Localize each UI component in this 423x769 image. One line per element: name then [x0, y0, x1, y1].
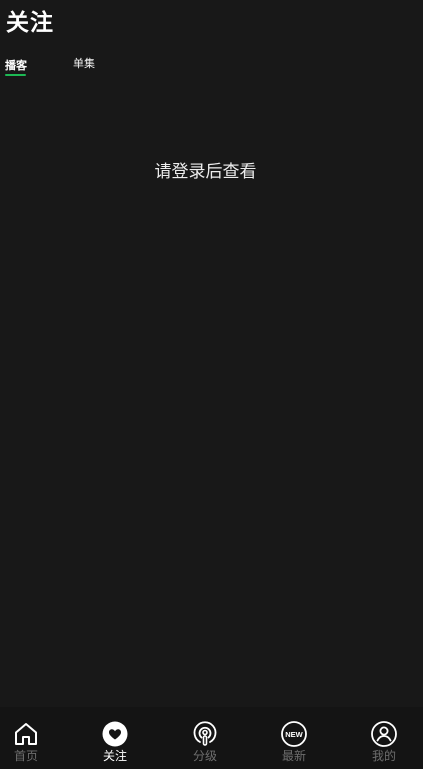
- nav-item-ranking[interactable]: 分级: [175, 707, 235, 769]
- nav-item-latest[interactable]: NEW 最新: [264, 707, 324, 769]
- heart-icon: [102, 721, 128, 747]
- active-tab-indicator: [5, 74, 26, 76]
- bottom-navigation: 首页 关注 分级 NEW 最新 我的: [0, 707, 423, 769]
- nav-item-following[interactable]: 关注: [85, 707, 145, 769]
- podcast-icon: [192, 721, 218, 747]
- user-icon: [371, 721, 397, 747]
- nav-label-home: 首页: [13, 749, 38, 763]
- nav-label-me: 我的: [371, 749, 396, 763]
- tab-podcasts[interactable]: 播客: [5, 58, 27, 74]
- new-badge-text: NEW: [285, 730, 303, 739]
- home-icon: [13, 721, 39, 747]
- new-badge-icon: NEW: [281, 721, 307, 747]
- nav-label-latest: 最新: [281, 749, 306, 763]
- login-prompt-message: 请登录后查看: [154, 162, 257, 182]
- nav-item-me[interactable]: 我的: [354, 707, 414, 769]
- tab-episodes[interactable]: 单集: [73, 56, 95, 72]
- tab-bar: 播客 单集: [0, 56, 423, 80]
- nav-label-ranking: 分级: [192, 749, 217, 763]
- nav-item-home[interactable]: 首页: [0, 707, 56, 769]
- nav-label-following: 关注: [102, 749, 127, 763]
- page-title: 关注: [6, 10, 54, 36]
